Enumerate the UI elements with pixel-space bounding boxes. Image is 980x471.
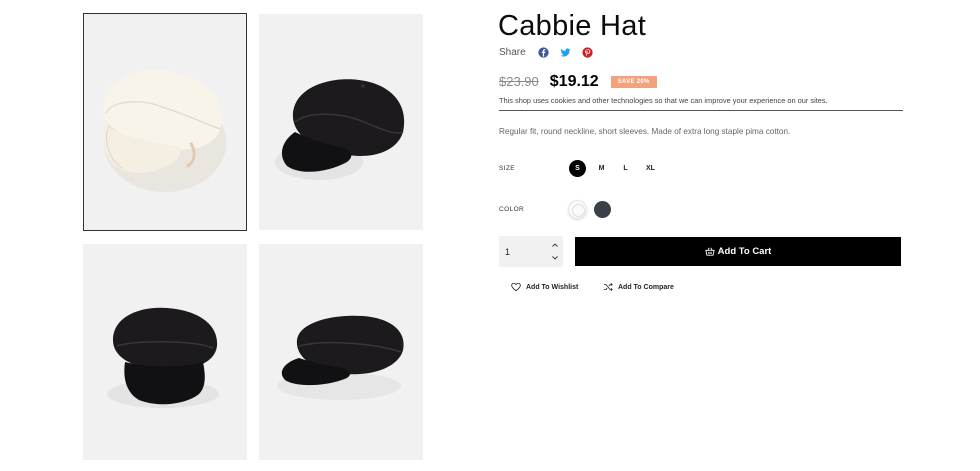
size-option-xl[interactable]: XL <box>642 160 659 177</box>
add-to-cart-label: Add To Cart <box>717 246 772 257</box>
product-title: Cabbie Hat <box>498 10 647 42</box>
product-thumbnail-black-hat-angle[interactable] <box>259 244 423 460</box>
quantity-increase-button[interactable] <box>550 239 560 251</box>
share-bar: Share <box>499 47 604 58</box>
color-swatch-dark-gray[interactable] <box>594 201 611 218</box>
add-to-cart-button[interactable]: Add To Cart <box>575 237 901 266</box>
add-to-compare-link[interactable]: Add To Compare <box>603 282 674 292</box>
color-label: COLOR <box>499 206 525 213</box>
add-to-wishlist-link[interactable]: Add To Wishlist <box>511 282 578 292</box>
shuffle-icon <box>603 282 613 292</box>
twitter-icon[interactable] <box>560 47 571 58</box>
quantity-stepper <box>499 236 563 267</box>
sale-badge: SAVE 20% <box>610 76 657 88</box>
black-cap-front-image <box>107 307 219 408</box>
heart-icon <box>511 282 521 292</box>
share-label: Share <box>499 47 526 58</box>
quantity-input[interactable] <box>499 236 543 267</box>
product-thumbnail-black-hat-side[interactable] <box>259 14 423 230</box>
sale-price: $19.12 <box>549 73 599 90</box>
product-thumbnail-white-hat[interactable] <box>83 13 247 231</box>
size-label: SIZE <box>499 165 516 172</box>
basket-icon <box>705 247 715 256</box>
size-option-m[interactable]: M <box>593 160 610 177</box>
price-block: $23.90 $19.12 SAVE 20% <box>499 73 657 91</box>
color-swatch-white[interactable] <box>569 201 586 218</box>
black-cap-angle-image <box>277 315 404 400</box>
size-option-s[interactable]: S <box>569 160 586 177</box>
product-thumbnail-black-hat-front[interactable] <box>83 244 247 460</box>
original-price: $23.90 <box>499 74 539 89</box>
facebook-icon[interactable] <box>538 47 549 58</box>
compare-label: Add To Compare <box>618 283 674 291</box>
white-cap-image <box>103 70 227 193</box>
chevron-up-icon <box>552 243 558 247</box>
pinterest-icon[interactable] <box>582 47 593 58</box>
cookie-notice: This shop uses cookies and other technol… <box>499 96 903 111</box>
quantity-decrease-button[interactable] <box>550 252 560 264</box>
chevron-down-icon <box>552 256 558 260</box>
black-cap-side-image <box>275 79 405 180</box>
wishlist-label: Add To Wishlist <box>526 283 579 291</box>
product-description: Regular fit, round neckline, short sleev… <box>499 127 791 136</box>
size-option-l[interactable]: L <box>617 160 634 177</box>
